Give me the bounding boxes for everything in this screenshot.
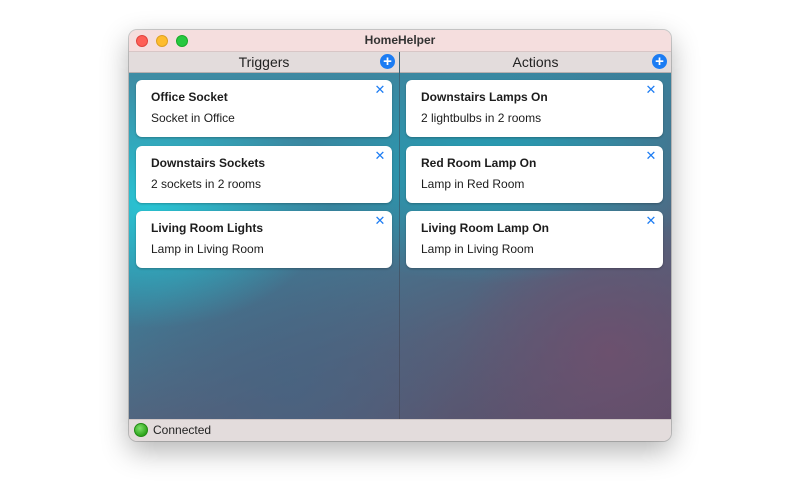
trigger-title: Living Room Lights xyxy=(151,221,263,235)
action-card[interactable]: Downstairs Lamps On 2 lightbulbs in 2 ro… xyxy=(406,80,663,137)
trigger-subtitle: 2 sockets in 2 rooms xyxy=(151,177,262,191)
trigger-subtitle: Lamp in Living Room xyxy=(151,242,264,256)
remove-trigger-icon[interactable]: ✕ xyxy=(374,83,386,96)
action-subtitle: Lamp in Living Room xyxy=(421,242,534,256)
status-bar: Connected xyxy=(129,419,671,441)
triggers-column: Triggers + Office Socket Socket in Offic… xyxy=(129,52,399,419)
actions-header: Actions + xyxy=(400,52,671,73)
trigger-card[interactable]: Downstairs Sockets 2 sockets in 2 rooms … xyxy=(136,146,392,203)
action-title: Red Room Lamp On xyxy=(421,156,537,170)
action-title: Downstairs Lamps On xyxy=(421,90,548,104)
action-title: Living Room Lamp On xyxy=(421,221,549,235)
connection-status-text: Connected xyxy=(153,423,212,437)
triggers-header: Triggers + xyxy=(129,52,399,73)
remove-action-icon[interactable]: ✕ xyxy=(645,149,657,162)
main-content: Triggers + Office Socket Socket in Offic… xyxy=(129,52,671,419)
action-subtitle: Lamp in Red Room xyxy=(421,177,525,191)
trigger-card[interactable]: Office Socket Socket in Office ✕ xyxy=(136,80,392,137)
triggers-title: Triggers xyxy=(238,54,290,70)
remove-trigger-icon[interactable]: ✕ xyxy=(374,149,386,162)
window-title: HomeHelper xyxy=(364,33,436,47)
title-bar[interactable]: HomeHelper xyxy=(129,30,671,52)
trigger-title: Office Socket xyxy=(151,90,228,104)
action-card[interactable]: Red Room Lamp On Lamp in Red Room ✕ xyxy=(406,146,663,203)
add-trigger-button[interactable]: + xyxy=(380,54,395,69)
action-subtitle: 2 lightbulbs in 2 rooms xyxy=(421,111,542,125)
action-card[interactable]: Living Room Lamp On Lamp in Living Room … xyxy=(406,211,663,268)
add-action-button[interactable]: + xyxy=(652,54,667,69)
remove-trigger-icon[interactable]: ✕ xyxy=(374,214,386,227)
actions-column: Actions + Downstairs Lamps On 2 lightbul… xyxy=(400,52,671,419)
actions-title: Actions xyxy=(512,54,559,70)
remove-action-icon[interactable]: ✕ xyxy=(645,83,657,96)
trigger-card[interactable]: Living Room Lights Lamp in Living Room ✕ xyxy=(136,211,392,268)
trigger-title: Downstairs Sockets xyxy=(151,156,266,170)
remove-action-icon[interactable]: ✕ xyxy=(645,214,657,227)
connection-status-icon xyxy=(134,423,148,437)
trigger-subtitle: Socket in Office xyxy=(151,111,235,125)
app-window: HomeHelper Triggers + Office Socket Sock… xyxy=(129,30,671,441)
